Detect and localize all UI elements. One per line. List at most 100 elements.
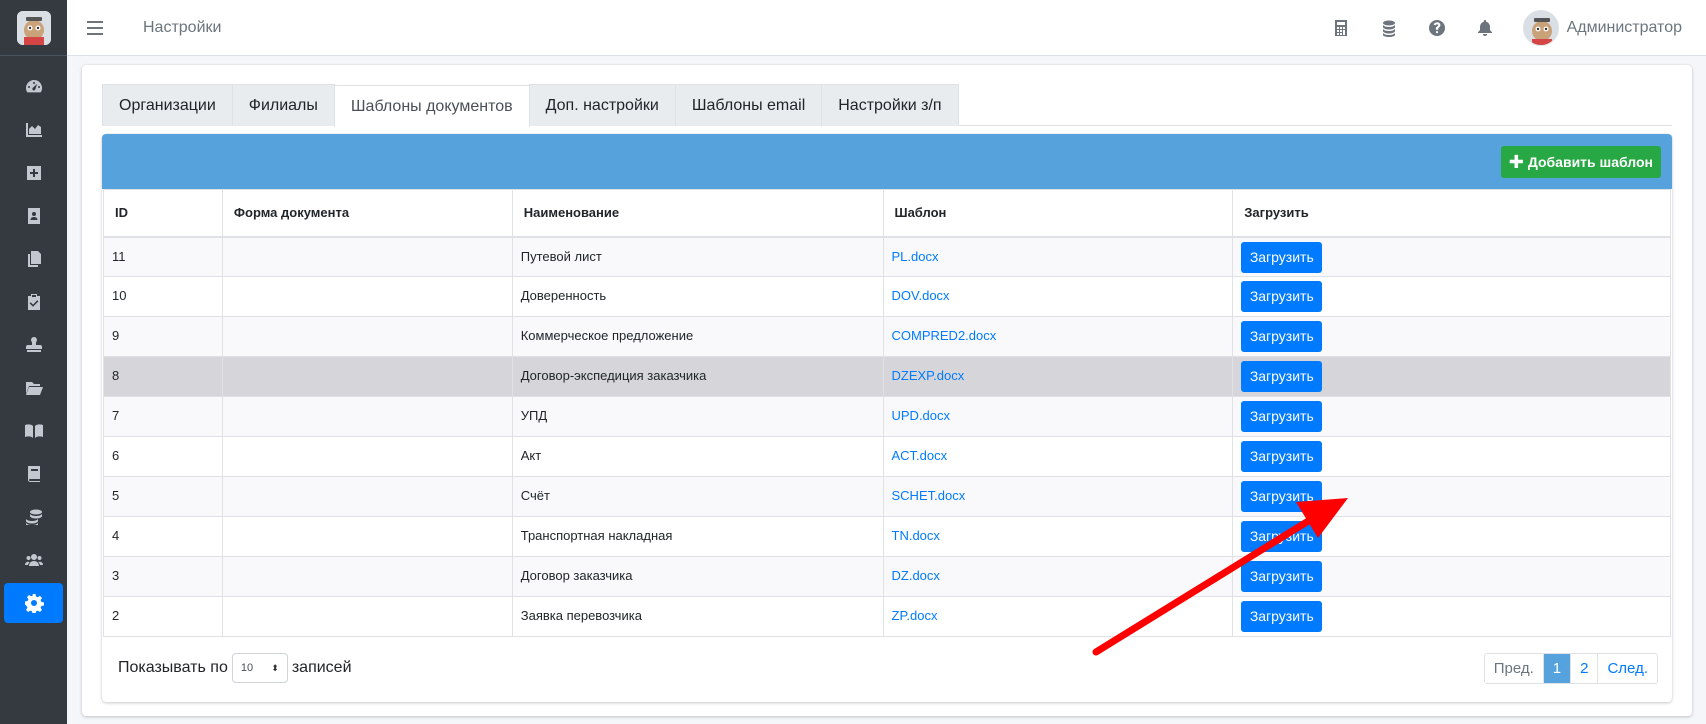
cell-form <box>221 316 513 357</box>
cell-id: 3 <box>103 556 223 597</box>
cell-name: Договор заказчика <box>511 556 884 597</box>
table-row[interactable]: 8 Договор-экспедиция заказчика DZEXP.docx З… <box>103 356 1671 397</box>
table-row[interactable]: 11 Путевой лист PL.docx Загрузить <box>103 236 1671 277</box>
settings-tabs: Организации Филиалы Шаблоны документов Д… <box>102 84 1672 127</box>
plus-icon: ✚ <box>1508 152 1524 172</box>
sidebar-item-add[interactable] <box>4 153 63 193</box>
cell-upload: Загрузить <box>1232 236 1671 277</box>
cell-upload: Загрузить <box>1232 356 1671 397</box>
avatar <box>1522 10 1559 46</box>
table-header-row: ID Форма документа Наименование Шаблон З… <box>103 189 1671 238</box>
pagination-page-1[interactable]: 1 <box>1542 654 1571 683</box>
sidebar-item-folders[interactable] <box>4 368 63 408</box>
template-file-link[interactable]: ZP.docx <box>892 608 938 623</box>
tab-organizations[interactable]: Организации <box>102 84 233 126</box>
dashboard-icon <box>25 79 42 93</box>
upload-button[interactable]: Загрузить <box>1241 401 1323 432</box>
tab-email-templates[interactable]: Шаблоны email <box>674 84 823 126</box>
sidebar-item-dashboard[interactable] <box>4 67 63 107</box>
table-row[interactable]: 3 Договор заказчика DZ.docx Загрузить <box>103 556 1671 597</box>
sidebar-item-tasks[interactable] <box>4 282 63 322</box>
pagination-next[interactable]: След. <box>1597 654 1657 683</box>
template-file-link[interactable]: DOV.docx <box>892 288 950 303</box>
cell-upload: Загрузить <box>1232 436 1671 477</box>
menu-toggle-icon[interactable] <box>87 20 117 35</box>
cell-template: TN.docx <box>882 516 1234 557</box>
template-file-link[interactable]: DZEXP.docx <box>892 368 965 383</box>
cell-id: 6 <box>103 436 223 477</box>
template-file-link[interactable]: COMPRED2.docx <box>892 328 997 343</box>
page-size-select[interactable]: 10 ⬍ <box>231 653 288 683</box>
pagination-prev[interactable]: Пред. <box>1485 654 1543 683</box>
cell-upload: Загрузить <box>1232 316 1671 357</box>
sidebar-item-settings[interactable] <box>4 583 63 623</box>
sidebar-item-charts[interactable] <box>4 110 63 150</box>
column-header-name[interactable]: Наименование <box>511 189 884 238</box>
sidebar-item-book[interactable] <box>4 454 63 494</box>
upload-button[interactable]: Загрузить <box>1241 281 1323 312</box>
template-file-link[interactable]: UPD.docx <box>892 408 951 423</box>
chart-area-icon <box>25 123 42 137</box>
upload-button[interactable]: Загрузить <box>1241 241 1323 273</box>
table-row[interactable]: 9 Коммерческое предложение COMPRED2.docx За… <box>103 316 1671 357</box>
column-header-upload[interactable]: Загрузить <box>1232 189 1671 238</box>
sidebar <box>0 0 67 724</box>
sidebar-item-users[interactable] <box>4 540 63 580</box>
table-row[interactable]: 6 Акт ACT.docx Загрузить <box>103 436 1671 477</box>
sidebar-item-guide[interactable] <box>4 411 63 451</box>
table-row[interactable]: 2 Заявка перевозчика ZP.docx Загрузить <box>103 596 1671 637</box>
table-row[interactable]: 10 Доверенность DOV.docx Загрузить <box>103 276 1671 317</box>
user-name: Администратор <box>1566 19 1682 36</box>
upload-button[interactable]: Загрузить <box>1241 481 1323 512</box>
template-file-link[interactable]: ACT.docx <box>892 448 948 463</box>
copy-files-icon <box>27 251 41 267</box>
cell-template: ACT.docx <box>882 436 1234 477</box>
cell-upload: Загрузить <box>1232 476 1671 517</box>
upload-button[interactable]: Загрузить <box>1241 441 1323 472</box>
column-header-form[interactable]: Форма документа <box>221 189 513 238</box>
upload-button[interactable]: Загрузить <box>1241 361 1323 392</box>
template-file-link[interactable]: TN.docx <box>892 528 940 543</box>
cell-template: PL.docx <box>882 236 1234 277</box>
sidebar-nav <box>0 56 67 623</box>
upload-button[interactable]: Загрузить <box>1241 561 1323 592</box>
upload-button[interactable]: Загрузить <box>1241 601 1323 632</box>
sidebar-item-contacts[interactable] <box>4 196 63 236</box>
user-menu[interactable]: Администратор <box>1509 10 1706 46</box>
tab-salary-settings[interactable]: Настройки з/п <box>821 84 959 126</box>
pagination-page-2[interactable]: 2 <box>1570 654 1597 683</box>
upload-button[interactable]: Загрузить <box>1241 521 1323 552</box>
sidebar-item-finance[interactable] <box>4 497 63 537</box>
sidebar-item-stamp[interactable] <box>4 325 63 365</box>
table-row[interactable]: 5 Счёт SCHET.docx Загрузить <box>103 476 1671 517</box>
cell-template: UPD.docx <box>882 396 1234 437</box>
coins-button[interactable] <box>1365 0 1413 56</box>
column-header-template[interactable]: Шаблон <box>882 189 1234 238</box>
sort-caret-icon: ⬍ <box>271 662 279 673</box>
brand[interactable] <box>0 0 67 56</box>
table-row[interactable]: 7 УПД UPD.docx Загрузить <box>103 396 1671 437</box>
page-title[interactable]: Настройки <box>143 19 221 37</box>
bell-icon <box>1477 20 1492 36</box>
notifications-button[interactable] <box>1461 0 1509 56</box>
cell-template: DZEXP.docx <box>882 356 1234 397</box>
column-header-id[interactable]: ID <box>103 189 223 238</box>
sidebar-item-documents[interactable] <box>4 239 63 279</box>
cell-id: 10 <box>103 276 223 317</box>
tab-document-templates[interactable]: Шаблоны документов <box>333 85 530 127</box>
cell-form <box>221 356 513 397</box>
template-file-link[interactable]: DZ.docx <box>892 568 940 583</box>
template-file-link[interactable]: PL.docx <box>892 249 939 264</box>
upload-button[interactable]: Загрузить <box>1241 321 1323 352</box>
cell-name: Коммерческое предложение <box>511 316 884 357</box>
tab-branches[interactable]: Филиалы <box>231 84 335 126</box>
help-button[interactable] <box>1413 0 1461 56</box>
tab-extra-settings[interactable]: Доп. настройки <box>528 84 676 126</box>
calculator-button[interactable] <box>1317 0 1365 56</box>
cell-template: ZP.docx <box>882 596 1234 637</box>
table-body: 11 Путевой лист PL.docx Загрузить 10 Доверенн… <box>103 236 1671 637</box>
template-file-link[interactable]: SCHET.docx <box>892 488 966 503</box>
table-row[interactable]: 4 Транспортная накладная TN.docx Загрузить <box>103 516 1671 557</box>
add-template-button[interactable]: ✚ Добавить шаблон <box>1500 146 1661 178</box>
plus-square-icon <box>26 166 41 180</box>
